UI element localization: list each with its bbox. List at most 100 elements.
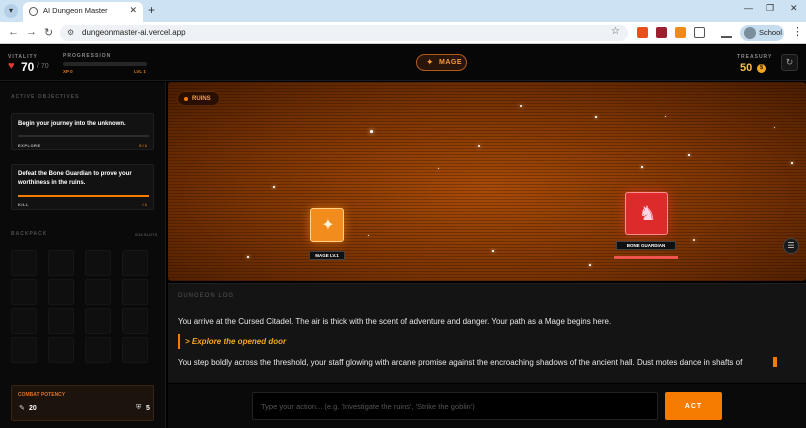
minimize-icon[interactable]: — [744, 3, 753, 13]
enemy-bone-guardian[interactable]: ♞ [625, 192, 668, 235]
vitality-value: 70 [21, 60, 35, 74]
objective-count: / 1 [142, 202, 147, 207]
coin-icon: $ [757, 64, 766, 73]
scene-star [273, 186, 275, 188]
backpack-slot[interactable] [11, 279, 37, 305]
url-box[interactable]: ⚙ dungeonmaster-ai.vercel.app ☆ [60, 25, 628, 41]
backpack-slot[interactable] [11, 337, 37, 363]
forward-icon[interactable]: → [26, 26, 37, 38]
restore-icon[interactable]: ❐ [766, 3, 774, 14]
scene-star [688, 154, 690, 156]
backpack-slot[interactable] [11, 308, 37, 334]
attack-value: 20 [29, 405, 37, 412]
close-tab-icon[interactable]: ✕ [129, 5, 137, 16]
new-tab-button[interactable]: + [148, 3, 155, 17]
game-header: VITALITY ♥ 70 / 70 PROGRESSION XP 0 LVL … [0, 45, 806, 81]
backpack-label: BACKPACK [11, 231, 48, 237]
dungeon-log: DUNGEON LOG You arrive at the Cursed Cit… [168, 283, 806, 383]
defense-value: 5 [146, 405, 150, 412]
typing-cursor [773, 357, 777, 367]
sword-icon: ✎ [19, 405, 25, 412]
backpack-slot[interactable] [122, 250, 148, 276]
scene-star [247, 256, 249, 258]
backpack-slot[interactable] [48, 308, 74, 334]
shield-icon: ⛨ [136, 404, 142, 411]
backpack-count: 0/16 SLOTS [135, 232, 158, 237]
reload-icon[interactable]: ↻ [44, 26, 53, 39]
objective-text: Begin your journey into the unknown. [18, 121, 126, 127]
scene-star [774, 127, 776, 129]
profile-button[interactable]: School [740, 25, 784, 41]
avatar [744, 27, 756, 39]
tab-search-button[interactable]: ▾ [4, 4, 18, 18]
extension-m-icon[interactable] [656, 27, 667, 38]
act-button[interactable]: ACT [665, 392, 722, 420]
location-dot [184, 97, 188, 101]
sparkle-icon: ✦ [321, 217, 335, 234]
scene-star [492, 250, 494, 252]
scene-star [370, 130, 373, 133]
enemy-label: BONE GUARDIAN [616, 241, 676, 250]
objective-card[interactable]: Defeat the Bone Guardian to prove your w… [11, 164, 154, 210]
scene-star [791, 162, 793, 164]
backpack-slot[interactable] [85, 337, 111, 363]
backpack-slot[interactable] [48, 337, 74, 363]
scene-star [520, 105, 522, 107]
scene-settings-button[interactable]: ☰ [783, 238, 799, 254]
backpack-slot[interactable] [122, 279, 148, 305]
log-player-action: > Explore the opened door [178, 334, 286, 349]
extension-orange-icon[interactable] [675, 27, 686, 38]
backpack-slot[interactable] [85, 250, 111, 276]
backpack-slot[interactable] [122, 337, 148, 363]
scene-star [438, 168, 439, 169]
more-menu-icon[interactable]: ⋮ [792, 25, 803, 38]
sidebar: ACTIVE OBJECTIVES Begin your journey int… [0, 82, 166, 428]
backpack-slot[interactable] [85, 279, 111, 305]
xp-text: XP 0 [63, 69, 73, 74]
enemy-health-bar [614, 256, 678, 259]
bookmark-star-icon[interactable]: ☆ [611, 26, 620, 37]
download-icon[interactable] [721, 27, 732, 38]
refresh-icon: ↻ [785, 57, 794, 67]
heart-icon: ♥ [8, 60, 15, 72]
back-icon[interactable]: ← [8, 26, 19, 38]
backpack-slot[interactable] [11, 250, 37, 276]
backpack-slot[interactable] [85, 308, 111, 334]
player-mage[interactable]: ✦ [310, 208, 344, 242]
log-title: DUNGEON LOG [178, 293, 235, 299]
objective-type: EXPLORE [18, 143, 41, 148]
location-text: RUINS [192, 96, 211, 102]
scene-star [595, 116, 597, 118]
location-badge: RUINS [177, 91, 220, 106]
extension-fox-icon[interactable] [637, 27, 648, 38]
url-text: dungeonmaster-ai.vercel.app [82, 28, 186, 37]
class-label: MAGE [439, 59, 462, 66]
action-bar: ACT [168, 384, 806, 428]
objective-type: KILL [18, 202, 29, 207]
objective-progress-bar [18, 135, 149, 137]
extensions-puzzle-icon[interactable] [694, 27, 705, 38]
objective-text: Defeat the Bone Guardian to prove your w… [18, 171, 132, 186]
browser-tab-bar: ▾ AI Dungeon Master ✕ + — ❐ ✕ [0, 0, 806, 22]
backpack-slot[interactable] [48, 279, 74, 305]
action-input[interactable] [252, 392, 658, 420]
refresh-button[interactable]: ↻ [781, 54, 798, 71]
site-settings-icon[interactable]: ⚙ [67, 28, 74, 37]
log-entry: You arrive at the Cursed Citadel. The ai… [178, 317, 612, 326]
settings-icon: ☰ [787, 241, 795, 250]
scene-star [693, 239, 695, 241]
player-label: MAGE LV.1 [309, 251, 345, 260]
scene-star [665, 116, 666, 117]
close-window-icon[interactable]: ✕ [790, 3, 798, 14]
combat-potency-panel: COMBAT POTENCY ✎ 20 ⛨ 5 [11, 385, 154, 421]
browser-tab[interactable]: AI Dungeon Master ✕ [23, 2, 143, 22]
backpack-slot[interactable] [122, 308, 148, 334]
progression-label: PROGRESSION [63, 53, 112, 59]
backpack-slot[interactable] [48, 250, 74, 276]
battle-scene: RUINS ✦ MAGE LV.1 ♞ BONE GUARDIAN ☰ [168, 82, 806, 281]
objectives-label: ACTIVE OBJECTIVES [11, 94, 80, 100]
objective-card[interactable]: Begin your journey into the unknown. EXP… [11, 113, 154, 150]
objective-count: 0 / 1 [139, 143, 147, 148]
vitality-max: / 70 [37, 63, 49, 70]
scene-star [368, 235, 370, 237]
